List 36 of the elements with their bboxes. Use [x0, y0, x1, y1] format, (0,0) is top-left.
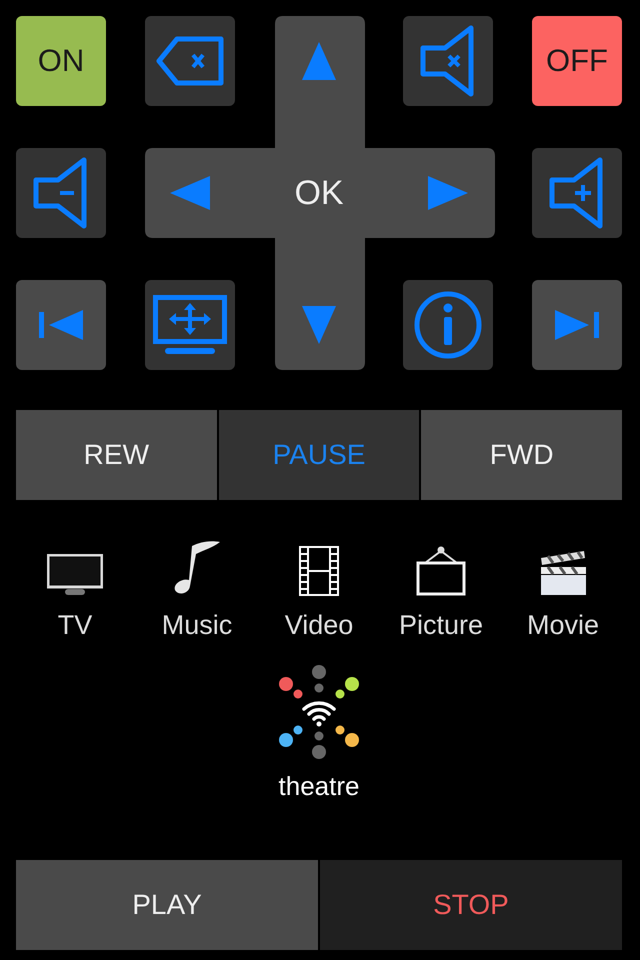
- theatre-icon: [278, 665, 360, 759]
- next-button[interactable]: [532, 280, 622, 370]
- source-button[interactable]: Video: [260, 536, 378, 641]
- play-button[interactable]: PLAY: [16, 860, 318, 950]
- power-on-button[interactable]: ON: [16, 16, 106, 106]
- picture-frame-icon: [416, 546, 466, 596]
- transport-button[interactable]: REW: [16, 410, 217, 500]
- skip-back-icon: [39, 310, 83, 340]
- volume-up-button[interactable]: [532, 148, 622, 238]
- theatre-button[interactable]: theatre: [278, 665, 360, 802]
- source-button[interactable]: Picture: [382, 536, 500, 641]
- backspace-button[interactable]: [145, 16, 235, 106]
- transport-button[interactable]: FWD: [421, 410, 622, 500]
- skip-forward-icon: [555, 310, 599, 340]
- info-icon: [414, 291, 482, 359]
- down-arrow-icon: [302, 306, 336, 344]
- clapperboard-icon: [540, 550, 586, 596]
- source-button[interactable]: TV: [16, 536, 134, 641]
- right-arrow-icon: [428, 176, 468, 210]
- ok-button[interactable]: OK: [274, 148, 364, 238]
- up-arrow-icon: [302, 42, 336, 80]
- stop-button[interactable]: STOP: [320, 860, 622, 950]
- source-button[interactable]: Music: [138, 536, 256, 641]
- screen-button[interactable]: [145, 280, 235, 370]
- source-button[interactable]: Movie: [504, 536, 622, 641]
- volume-down-button[interactable]: [16, 148, 106, 238]
- screen-move-icon: [153, 295, 227, 355]
- left-arrow-icon: [170, 176, 210, 210]
- previous-button[interactable]: [16, 280, 106, 370]
- info-button[interactable]: [403, 280, 493, 370]
- film-strip-icon: [299, 546, 339, 596]
- mute-button[interactable]: [403, 16, 493, 106]
- tv-icon: [47, 554, 103, 596]
- music-note-icon: [174, 540, 220, 596]
- backspace-icon: [155, 35, 225, 87]
- power-off-button[interactable]: OFF: [532, 16, 622, 106]
